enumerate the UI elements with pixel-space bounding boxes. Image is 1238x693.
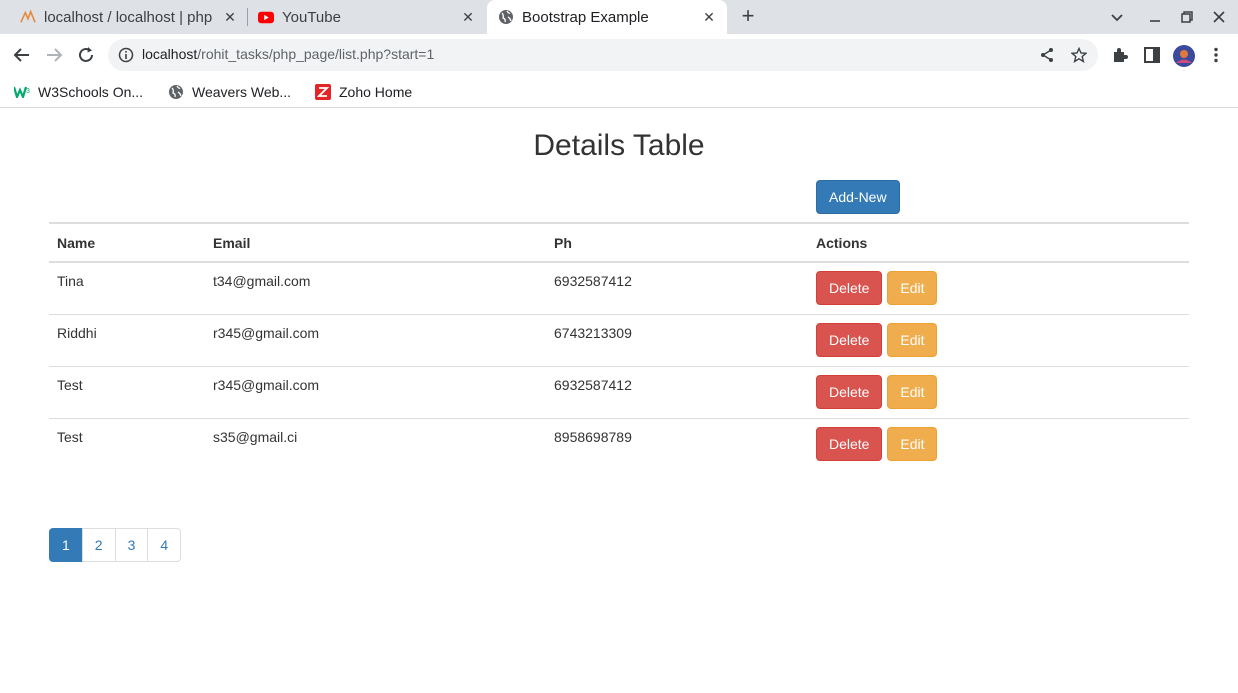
cell-name: Test xyxy=(49,417,205,470)
tab-title: Bootstrap Example xyxy=(522,8,649,26)
tab-bootstrap-example[interactable]: Bootstrap Example ✕ xyxy=(487,0,727,34)
bookmark-star-icon[interactable] xyxy=(1070,46,1088,63)
delete-button[interactable]: Delete xyxy=(816,271,883,305)
bookmark-label: Zoho Home xyxy=(339,84,413,100)
bookmark-label: W3Schools On... xyxy=(38,84,144,100)
cell-email: r345@gmail.com xyxy=(205,313,546,366)
reload-icon[interactable] xyxy=(74,43,98,67)
delete-button[interactable]: Delete xyxy=(816,322,883,357)
cell-actions: Delete Edit xyxy=(808,261,1189,314)
restore-icon[interactable] xyxy=(1177,7,1197,27)
details-table: Name Email Ph Actions Tina t34@gmail.com… xyxy=(49,222,1189,470)
cell-ph: 6932587412 xyxy=(546,365,808,418)
svg-text:3: 3 xyxy=(26,88,30,95)
bookmarks-bar: 3 W3Schools On... Weavers Web... Zoho Ho… xyxy=(0,76,1238,108)
globe-icon xyxy=(168,84,184,100)
share-icon[interactable] xyxy=(1039,47,1055,63)
page-title: Details Table xyxy=(533,129,705,162)
table-header-row: Name Email Ph Actions xyxy=(49,222,1189,263)
page-content: Details Table Add-New Name Email Ph Acti… xyxy=(0,109,1238,693)
cell-actions: Delete Edit xyxy=(808,365,1189,418)
page-link-4[interactable]: 4 xyxy=(147,528,182,562)
delete-button[interactable]: Delete xyxy=(816,374,883,409)
close-window-icon[interactable] xyxy=(1209,7,1229,27)
edit-button[interactable]: Edit xyxy=(887,374,938,409)
address-bar[interactable]: localhost/rohit_tasks/php_page/list.php?… xyxy=(108,39,1098,71)
close-tab-icon[interactable]: ✕ xyxy=(701,9,717,25)
forward-icon[interactable] xyxy=(42,43,66,67)
cell-ph: 8958698789 xyxy=(546,417,808,470)
url-path: /rohit_tasks/php_page/list.php?start=1 xyxy=(197,46,435,62)
cell-name: Test xyxy=(49,365,205,418)
side-panel-icon[interactable] xyxy=(1143,46,1161,64)
delete-button[interactable]: Delete xyxy=(816,426,883,461)
more-menu-icon[interactable] xyxy=(1207,46,1225,64)
cell-ph: 6932587412 xyxy=(546,261,808,314)
close-tab-icon[interactable]: ✕ xyxy=(460,9,476,25)
globe-icon xyxy=(498,9,514,25)
youtube-icon xyxy=(258,9,274,25)
page-link-2[interactable]: 2 xyxy=(81,528,116,562)
add-new-button[interactable]: Add-New xyxy=(816,180,900,214)
page-link-3[interactable]: 3 xyxy=(114,528,149,562)
bookmark-w3schools[interactable]: 3 W3Schools On... xyxy=(14,81,143,103)
tab-youtube[interactable]: YouTube ✕ xyxy=(248,0,486,34)
close-tab-icon[interactable]: ✕ xyxy=(222,9,238,25)
edit-button[interactable]: Edit xyxy=(887,271,938,305)
cell-actions: Delete Edit xyxy=(808,313,1189,366)
url-host: localhost xyxy=(142,46,198,62)
w3schools-icon: 3 xyxy=(14,84,30,100)
cell-name: Tina xyxy=(49,261,205,314)
cell-email: t34@gmail.com xyxy=(205,261,546,314)
column-header-actions: Actions xyxy=(808,222,1189,263)
bookmark-zoho-home[interactable]: Zoho Home xyxy=(315,81,412,103)
table-row: Riddhi r345@gmail.com 6743213309 Delete … xyxy=(49,313,1189,366)
avatar[interactable] xyxy=(1172,44,1196,68)
tab-title: YouTube xyxy=(282,8,341,26)
extensions-icon[interactable] xyxy=(1111,46,1129,64)
table-row: Test s35@gmail.ci 8958698789 Delete Edit xyxy=(49,417,1189,470)
pagination: 1 2 3 4 xyxy=(49,528,182,562)
site-info-icon[interactable] xyxy=(118,47,134,63)
cell-email: s35@gmail.ci xyxy=(205,417,546,470)
edit-button[interactable]: Edit xyxy=(887,322,938,357)
column-header-ph: Ph xyxy=(546,222,808,263)
edit-button[interactable]: Edit xyxy=(887,426,938,461)
tab-title: localhost / localhost | php xyxy=(44,8,213,26)
bookmark-weavers-web[interactable]: Weavers Web... xyxy=(168,81,291,103)
bookmark-label: Weavers Web... xyxy=(192,84,292,100)
back-icon[interactable] xyxy=(10,43,34,67)
cell-actions: Delete Edit xyxy=(808,417,1189,470)
browser-toolbar: localhost/rohit_tasks/php_page/list.php?… xyxy=(0,34,1238,76)
cell-ph: 6743213309 xyxy=(546,313,808,366)
column-header-name: Name xyxy=(49,222,205,263)
url-text[interactable]: localhost/rohit_tasks/php_page/list.php?… xyxy=(142,46,434,62)
phpmyadmin-icon xyxy=(20,9,36,25)
page-link-1[interactable]: 1 xyxy=(49,528,83,562)
tab-search-icon[interactable] xyxy=(1107,7,1127,27)
tab-phpmyadmin[interactable]: localhost / localhost | php ✕ xyxy=(8,0,248,34)
column-header-email: Email xyxy=(205,222,546,263)
zoho-icon xyxy=(315,84,331,100)
table-row: Tina t34@gmail.com 6932587412 Delete Edi… xyxy=(49,261,1189,314)
cell-name: Riddhi xyxy=(49,313,205,366)
tab-strip: localhost / localhost | php ✕ YouTube ✕ … xyxy=(0,0,1238,34)
table-row: Test r345@gmail.com 6932587412 Delete Ed… xyxy=(49,365,1189,418)
cell-email: r345@gmail.com xyxy=(205,365,546,418)
minimize-icon[interactable] xyxy=(1145,7,1165,27)
new-tab-button[interactable]: + xyxy=(736,5,760,29)
